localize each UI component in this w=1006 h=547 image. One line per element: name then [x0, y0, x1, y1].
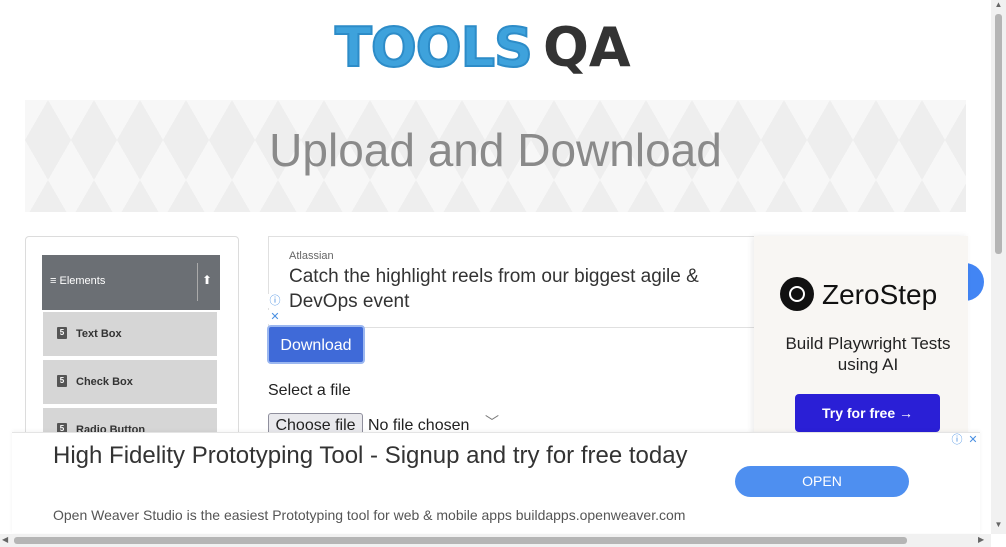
header-divider [197, 263, 198, 301]
ad-sponsor: Atlassian [289, 250, 334, 262]
menu-icon: ≡ [50, 275, 57, 287]
bottom-ad-headline[interactable]: High Fidelity Prototyping Tool - Signup … [53, 440, 703, 472]
toolsqa-logo[interactable]: TOOLS QA [334, 12, 665, 92]
try-for-free-button[interactable]: Try for free → [795, 394, 940, 432]
vertical-scrollbar-thumb[interactable] [995, 14, 1002, 254]
zerostep-logo-icon [780, 277, 814, 311]
scroll-left-arrow-icon[interactable]: ◀ [2, 535, 8, 544]
sidebar-item-text-box[interactable]: 5 Text Box [43, 310, 217, 356]
page-title: Upload and Download [269, 124, 722, 176]
html5-icon: 5 [57, 327, 67, 339]
bottom-ad-description: Open Weaver Studio is the easiest Protot… [53, 507, 686, 523]
scroll-right-arrow-icon[interactable]: ▶ [978, 535, 984, 544]
scroll-up-arrow-icon[interactable]: ▲ [993, 0, 1004, 9]
logo-text: TOOLS [334, 16, 534, 79]
html5-icon: 5 [57, 375, 67, 387]
collapse-icon[interactable]: ⬆ [202, 273, 212, 287]
elements-group-header[interactable]: ≡ Elements ⬆ [42, 255, 220, 310]
scroll-down-arrow-icon[interactable]: ▼ [993, 520, 1004, 529]
sidebar-item-label: Check Box [76, 376, 133, 388]
elements-group-label: Elements [59, 275, 106, 287]
ad-close-icon[interactable]: ✕ [268, 310, 282, 324]
download-button[interactable]: Download [267, 325, 365, 364]
zerostep-tagline: Build Playwright Tests using AI [785, 334, 951, 374]
sidebar-item-label: Text Box [76, 328, 122, 340]
sidebar-item-check-box[interactable]: 5 Check Box [43, 358, 217, 404]
logo-qa-text: QA [543, 16, 631, 79]
select-file-label: Select a file [268, 382, 351, 399]
chevron-down-icon: ﹀ [485, 414, 499, 430]
horizontal-scrollbar-thumb[interactable] [14, 537, 907, 544]
bottom-ad-close-icon[interactable]: ✕ [966, 433, 980, 447]
ad-info-icon[interactable]: ⓘ [268, 294, 282, 308]
open-button[interactable]: OPEN [735, 466, 909, 497]
bottom-ad-info-icon[interactable]: ⓘ [950, 433, 964, 447]
ad-headline[interactable]: Catch the highlight reels from our bigge… [289, 264, 759, 314]
zerostep-brand: ZeroStep [822, 279, 938, 310]
